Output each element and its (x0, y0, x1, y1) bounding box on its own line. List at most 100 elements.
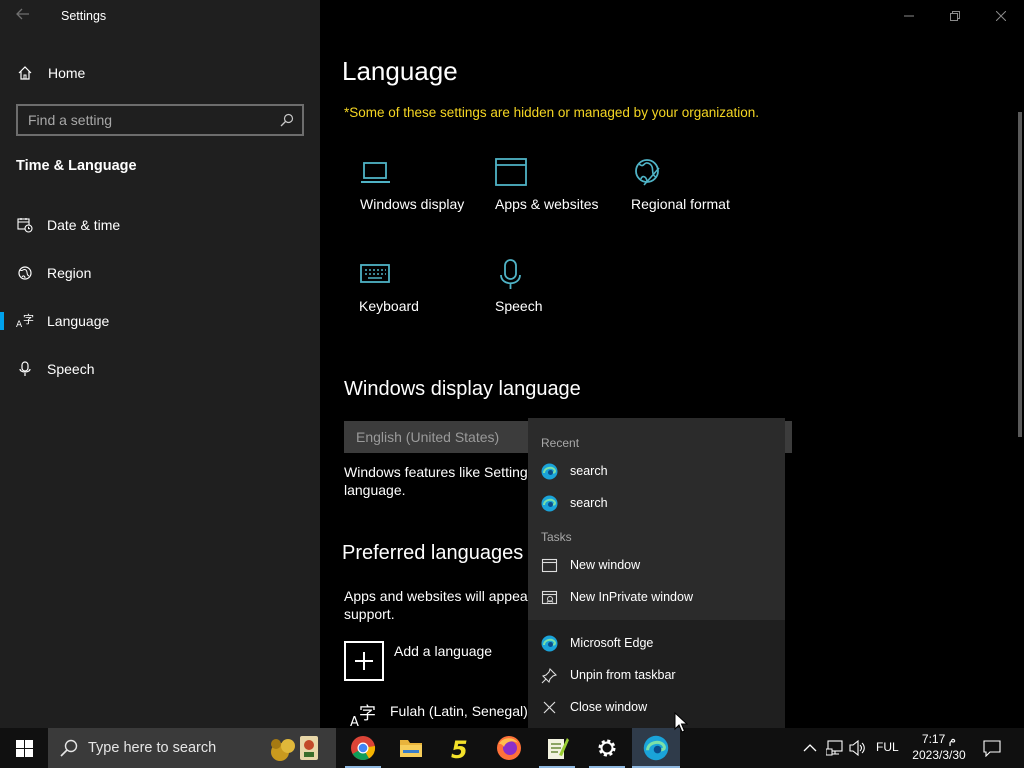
tile-label: Windows display (360, 196, 465, 212)
org-managed-notice: *Some of these settings are hidden or ma… (344, 105, 760, 120)
jumplist-item-label: search (570, 496, 608, 510)
network-icon[interactable] (826, 739, 846, 757)
sidebar-item-label: Speech (47, 361, 95, 377)
add-language-button[interactable] (344, 641, 384, 681)
sidebar-item-home[interactable]: Home (0, 53, 320, 93)
jumplist-recent-item[interactable]: search (528, 456, 785, 486)
tile-speech[interactable]: Speech (495, 258, 625, 338)
globe-icon (16, 264, 34, 282)
edge-jump-list: Recent search search Tasks New window Ne… (528, 418, 785, 728)
start-button[interactable] (0, 728, 48, 768)
taskbar-app-notepad[interactable] (533, 728, 581, 768)
jumplist-item-label: Unpin from taskbar (570, 668, 676, 682)
jumplist-app-actions: Microsoft Edge Unpin from taskbar Close … (528, 620, 785, 728)
window-icon (541, 558, 558, 573)
back-arrow-icon (16, 8, 29, 20)
globe-format-icon (635, 159, 660, 186)
clock-calendar-icon (16, 216, 34, 234)
jumplist-task-new-inprivate[interactable]: New InPrivate window (528, 582, 785, 612)
browser-window-icon (495, 158, 527, 186)
taskbar-app-five[interactable]: 5 (436, 728, 484, 768)
home-icon (16, 64, 34, 82)
search-highlight-illustration (271, 736, 318, 761)
sidebar-item-speech[interactable]: Speech (0, 349, 320, 389)
search-icon (60, 739, 78, 757)
sidebar-item-region[interactable]: Region (0, 253, 320, 293)
keyboard-icon (360, 264, 390, 283)
jumplist-item-label: search (570, 464, 608, 478)
taskbar-app-chrome[interactable] (339, 728, 387, 768)
taskbar: Type here to search 5 FUL 7:17 م 2023/3/… (0, 728, 1024, 768)
inprivate-window-icon (541, 590, 558, 605)
chrome-icon (351, 736, 376, 761)
gear-icon (598, 739, 616, 757)
page-title: Language (342, 56, 458, 86)
show-hidden-icons-chevron-icon[interactable] (800, 738, 820, 758)
laptop-icon (361, 162, 390, 183)
svg-text:A: A (350, 715, 359, 728)
dropdown-selected-value: English (United States) (356, 429, 500, 445)
display-language-heading: Windows display language (344, 378, 581, 400)
search-input[interactable] (18, 112, 268, 128)
taskbar-app-settings[interactable] (583, 728, 631, 768)
jumplist-item-label: New window (570, 558, 641, 572)
action-center-button[interactable] (976, 728, 1008, 768)
taskbar-app-edge[interactable] (632, 728, 680, 768)
edge-icon (541, 463, 558, 480)
microphone-icon (16, 360, 34, 378)
search-icon (280, 113, 294, 127)
close-icon (543, 701, 556, 714)
jumplist-recent-header: Recent (541, 436, 580, 450)
edge-icon (541, 495, 558, 512)
language-list-item[interactable]: Fulah (Latin, Senegal) (390, 703, 528, 719)
tile-label: Regional format (631, 196, 730, 212)
firefox-icon (497, 736, 521, 760)
unpin-icon (541, 667, 558, 684)
tile-regional-format[interactable]: Regional format (631, 156, 761, 236)
find-setting-search[interactable] (16, 104, 304, 136)
taskbar-search-text: Type here to search (88, 740, 217, 756)
input-language-indicator[interactable]: FUL (876, 740, 899, 754)
taskbar-app-file-explorer[interactable] (387, 728, 435, 768)
sidebar-item-date-time[interactable]: Date & time (0, 205, 320, 245)
minimize-button[interactable] (886, 4, 932, 28)
clock-date[interactable]: 2023/3/30 (905, 748, 973, 762)
folder-icon (400, 740, 422, 757)
microphone-icon (500, 259, 521, 289)
tile-keyboard[interactable]: Keyboard (359, 258, 489, 338)
back-button[interactable] (10, 6, 36, 26)
jumplist-open-edge[interactable]: Microsoft Edge (528, 628, 785, 658)
jumplist-unpin[interactable]: Unpin from taskbar (528, 660, 785, 690)
language-glyph-icon: A字 (350, 704, 376, 728)
sidebar-item-label: Region (47, 265, 92, 281)
close-icon (996, 11, 1006, 21)
jumplist-item-label: Close window (570, 700, 648, 714)
notepad-icon (548, 738, 569, 759)
close-window-button[interactable] (978, 4, 1024, 28)
jumplist-item-label: Microsoft Edge (570, 636, 654, 650)
sidebar-item-language[interactable]: A字 Language (0, 301, 320, 341)
preferred-languages-heading: Preferred languages (342, 542, 524, 564)
svg-text:A: A (16, 320, 23, 329)
jumplist-tasks-header: Tasks (541, 530, 572, 544)
jumplist-recent-item[interactable]: search (528, 488, 785, 518)
tile-label: Keyboard (359, 298, 419, 314)
taskbar-search[interactable]: Type here to search (48, 728, 336, 768)
scrollbar-thumb[interactable] (1018, 112, 1022, 437)
jumplist-close-window[interactable]: Close window (528, 692, 785, 722)
tile-windows-display[interactable]: Windows display (360, 156, 490, 236)
tile-label: Apps & websites (495, 196, 599, 212)
svg-text:字: 字 (23, 313, 34, 326)
restore-button[interactable] (932, 4, 978, 28)
clock-time[interactable]: 7:17 م (905, 731, 973, 747)
notification-icon (983, 740, 1001, 757)
add-language-label[interactable]: Add a language (394, 643, 492, 659)
five-app-icon: 5 (451, 736, 468, 761)
sidebar-item-label: Home (48, 65, 86, 81)
volume-icon[interactable] (848, 739, 868, 757)
taskbar-app-firefox[interactable] (485, 728, 533, 768)
jumplist-task-new-window[interactable]: New window (528, 550, 785, 580)
restore-icon (950, 11, 960, 21)
tile-apps-websites[interactable]: Apps & websites (495, 156, 625, 236)
edge-icon (541, 635, 558, 652)
